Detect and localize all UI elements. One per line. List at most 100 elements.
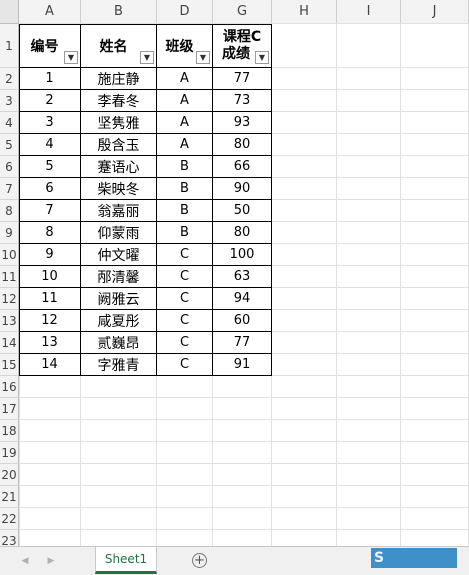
row-header-6[interactable]: 6 (0, 156, 19, 178)
table-cell-name[interactable]: 柴映冬 (81, 178, 157, 200)
table-cell-id[interactable]: 10 (19, 266, 81, 288)
spreadsheet-grid[interactable]: A B D G H I J 1 2 3 4 5 6 7 8 9 10 11 12 13 14 15 16 17 18 19 20 21… (0, 0, 469, 546)
dropdown-arrow-icon[interactable]: ▼ (196, 51, 210, 64)
table-cell-score[interactable]: 80 (213, 134, 272, 156)
dropdown-arrow-icon[interactable]: ▼ (255, 51, 269, 64)
table-cell-name[interactable]: 施庄静 (81, 68, 157, 90)
table-cell-name[interactable]: 字雅青 (81, 354, 157, 376)
table-cell-class[interactable]: C (157, 332, 213, 354)
row-header-20[interactable]: 20 (0, 464, 19, 486)
row-header-4[interactable]: 4 (0, 112, 19, 134)
table-cell-id[interactable]: 9 (19, 244, 81, 266)
table-cell-name[interactable]: 仰蒙雨 (81, 222, 157, 244)
row-header-7[interactable]: 7 (0, 178, 19, 200)
row-header-17[interactable]: 17 (0, 398, 19, 420)
table-cell-id[interactable]: 14 (19, 354, 81, 376)
row-header-8[interactable]: 8 (0, 200, 19, 222)
gridline-vertical (400, 24, 401, 546)
table-cell-class[interactable]: A (157, 134, 213, 156)
table-cell-name[interactable]: 咸夏彤 (81, 310, 157, 332)
table-cell-id[interactable]: 3 (19, 112, 81, 134)
table-cell-id[interactable]: 11 (19, 288, 81, 310)
table-cell-class[interactable]: A (157, 90, 213, 112)
row-header-12[interactable]: 12 (0, 288, 19, 310)
table-cell-score[interactable]: 50 (213, 200, 272, 222)
table-cell-score[interactable]: 60 (213, 310, 272, 332)
table-cell-id[interactable]: 1 (19, 68, 81, 90)
row-header-19[interactable]: 19 (0, 442, 19, 464)
table-cell-score[interactable]: 93 (213, 112, 272, 134)
table-cell-class[interactable]: C (157, 310, 213, 332)
table-cell-score[interactable]: 63 (213, 266, 272, 288)
row-header-11[interactable]: 11 (0, 266, 19, 288)
triangle-left-icon[interactable]: ◀ (18, 553, 32, 569)
table-cell-class[interactable]: B (157, 200, 213, 222)
row-header-23[interactable]: 23 (0, 530, 19, 546)
row-header-10[interactable]: 10 (0, 244, 19, 266)
table-cell-score[interactable]: 90 (213, 178, 272, 200)
table-cell-id[interactable]: 12 (19, 310, 81, 332)
table-cell-score[interactable]: 91 (213, 354, 272, 376)
table-cell-id[interactable]: 8 (19, 222, 81, 244)
table-cell-score[interactable]: 80 (213, 222, 272, 244)
row-header-15[interactable]: 15 (0, 354, 19, 376)
column-header-d[interactable]: D (157, 0, 213, 24)
column-header-g[interactable]: G (213, 0, 272, 24)
column-header-i[interactable]: I (337, 0, 401, 24)
table-cell-class[interactable]: B (157, 222, 213, 244)
table-cell-class[interactable]: B (157, 178, 213, 200)
select-all-corner[interactable] (0, 0, 19, 24)
column-header-h[interactable]: H (272, 0, 337, 24)
table-cell-score[interactable]: 94 (213, 288, 272, 310)
table-cell-id[interactable]: 13 (19, 332, 81, 354)
table-cell-name[interactable]: 翁嘉丽 (81, 200, 157, 222)
column-header-b[interactable]: B (81, 0, 157, 24)
row-header-18[interactable]: 18 (0, 420, 19, 442)
table-cell-name[interactable]: 殷含玉 (81, 134, 157, 156)
table-cell-id[interactable]: 4 (19, 134, 81, 156)
row-header-3[interactable]: 3 (0, 90, 19, 112)
row-header-5[interactable]: 5 (0, 134, 19, 156)
table-cell-id[interactable]: 2 (19, 90, 81, 112)
table-cell-score[interactable]: 66 (213, 156, 272, 178)
row-header-9[interactable]: 9 (0, 222, 19, 244)
header-label-score-line2: 成绩 (222, 45, 250, 62)
row-header-1[interactable]: 1 (0, 24, 19, 68)
table-cell-score[interactable]: 100 (213, 244, 272, 266)
table-cell-score[interactable]: 73 (213, 90, 272, 112)
table-cell-name[interactable]: 李春冬 (81, 90, 157, 112)
row-header-21[interactable]: 21 (0, 486, 19, 508)
table-cell-id[interactable]: 7 (19, 200, 81, 222)
table-cell-id[interactable]: 5 (19, 156, 81, 178)
table-cell-class[interactable]: C (157, 288, 213, 310)
header-label-id: 编号 (30, 38, 59, 55)
tab-sheet1[interactable]: Sheet1 (95, 547, 157, 574)
row-header-13[interactable]: 13 (0, 310, 19, 332)
table-cell-name[interactable]: 仲文曜 (81, 244, 157, 266)
table-cell-class[interactable]: A (157, 68, 213, 90)
table-cell-class[interactable]: B (157, 156, 213, 178)
row-header-16[interactable]: 16 (0, 376, 19, 398)
table-cell-class[interactable]: C (157, 244, 213, 266)
table-cell-score[interactable]: 77 (213, 332, 272, 354)
table-cell-name[interactable]: 阙雅云 (81, 288, 157, 310)
dropdown-arrow-icon[interactable]: ▼ (64, 51, 78, 64)
table-cell-score[interactable]: 77 (213, 68, 272, 90)
column-header-a[interactable]: A (19, 0, 81, 24)
table-cell-name[interactable]: 邴清馨 (81, 266, 157, 288)
table-cell-class[interactable]: C (157, 354, 213, 376)
table-cell-name[interactable]: 坚隽雅 (81, 112, 157, 134)
row-header-2[interactable]: 2 (0, 68, 19, 90)
column-header-j[interactable]: J (401, 0, 469, 24)
row-header-14[interactable]: 14 (0, 332, 19, 354)
plus-circle-icon[interactable]: + (192, 553, 207, 568)
triangle-right-icon[interactable]: ▶ (44, 553, 58, 569)
table-cell-class[interactable]: C (157, 266, 213, 288)
row-header-22[interactable]: 22 (0, 508, 19, 530)
table-cell-name[interactable]: 蹇语心 (81, 156, 157, 178)
table-cell-id[interactable]: 6 (19, 178, 81, 200)
table-cell-class[interactable]: A (157, 112, 213, 134)
dropdown-arrow-icon[interactable]: ▼ (140, 51, 154, 64)
table-cell-name[interactable]: 贰巍昂 (81, 332, 157, 354)
gridline-horizontal (19, 485, 469, 486)
